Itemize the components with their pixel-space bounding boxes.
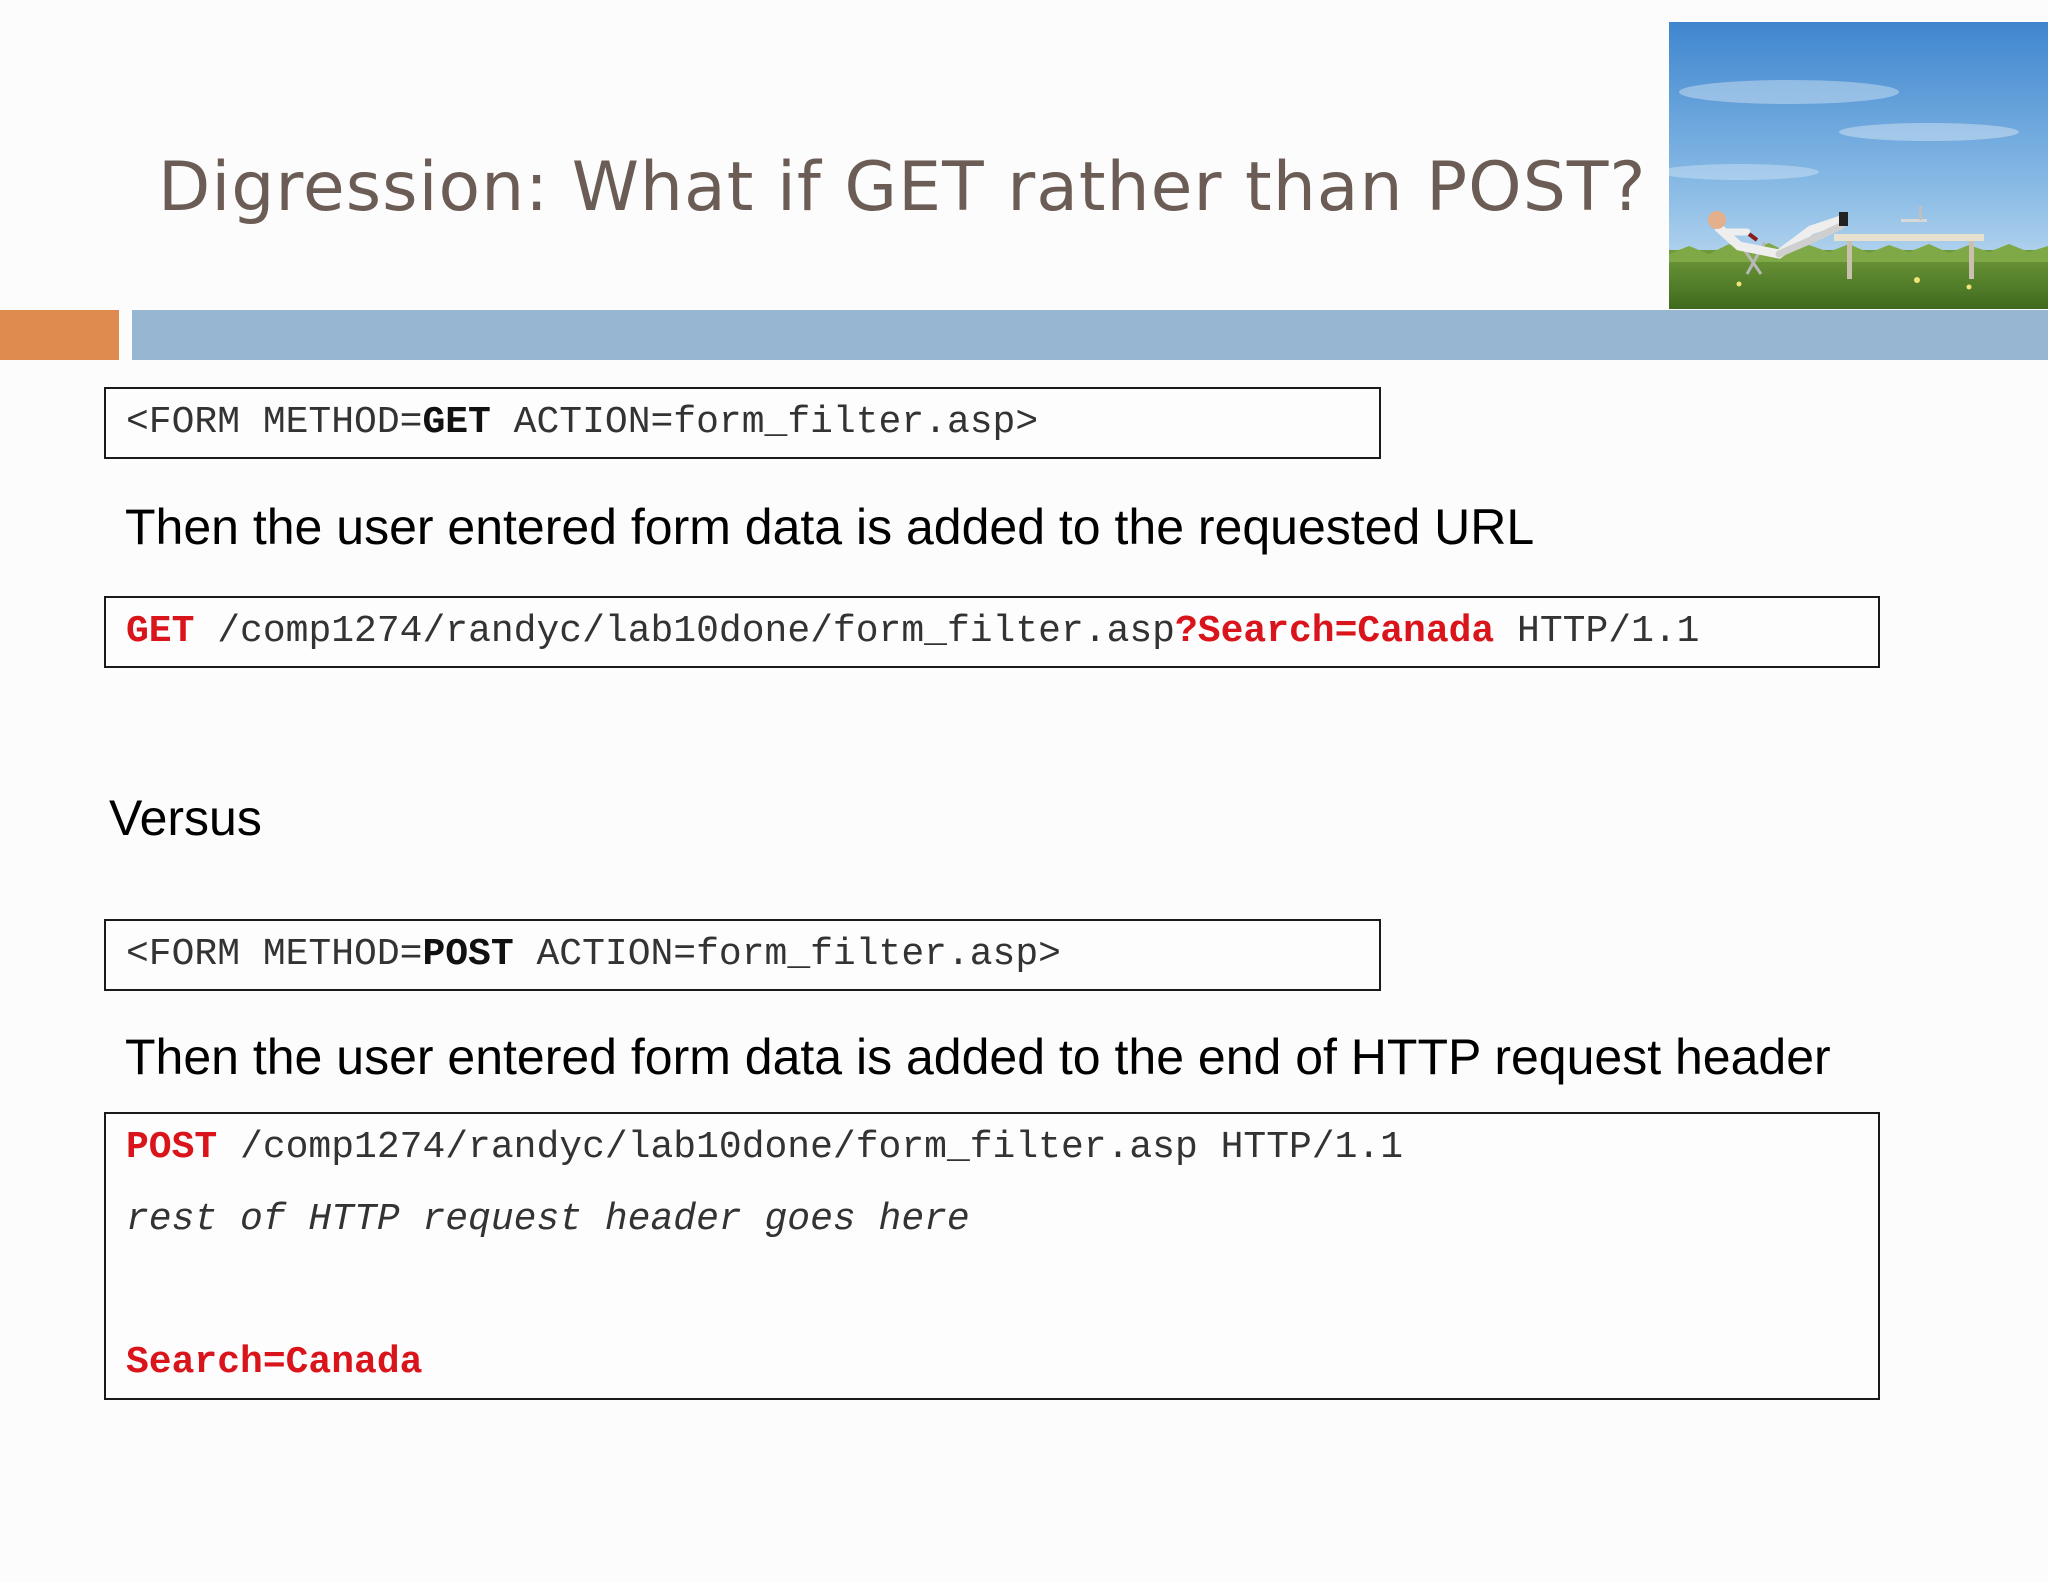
post-request-line: POST /comp1274/randyc/lab10done/form_fil… xyxy=(126,1125,1403,1171)
get-form-prefix: <FORM METHOD= xyxy=(126,401,423,444)
post-form-method: POST xyxy=(422,933,514,976)
post-form-code-box: <FORM METHOD=POST ACTION=form_filter.asp… xyxy=(104,919,1381,991)
get-request-query: ?Search=Canada xyxy=(1174,610,1495,653)
post-form-code-line: <FORM METHOD=POST ACTION=form_filter.asp… xyxy=(126,932,1061,978)
man-relaxing-in-field-photo xyxy=(1669,22,2048,309)
post-request-code-box: POST /comp1274/randyc/lab10done/form_fil… xyxy=(104,1112,1880,1400)
get-request-code-box: GET /comp1274/randyc/lab10done/form_filt… xyxy=(104,596,1880,668)
slide-title: Digression: What if GET rather than POST… xyxy=(158,148,1647,227)
post-request-body: Search=Canada xyxy=(126,1341,423,1384)
post-request-path-protocol: /comp1274/randyc/lab10done/form_filter.a… xyxy=(217,1126,1404,1169)
post-form-prefix: <FORM METHOD= xyxy=(126,933,423,976)
get-request-protocol: HTTP/1.1 xyxy=(1494,610,1700,653)
post-form-suffix: ACTION=form_filter.asp> xyxy=(513,933,1061,976)
get-request-line: GET /comp1274/randyc/lab10done/form_filt… xyxy=(126,609,1699,655)
post-explanation: Then the user entered form data is added… xyxy=(125,1029,1831,1085)
get-request-path: /comp1274/randyc/lab10done/form_filter.a… xyxy=(194,610,1175,653)
get-form-method: GET xyxy=(422,401,491,444)
get-request-method: GET xyxy=(126,610,195,653)
post-request-method: POST xyxy=(126,1126,218,1169)
accent-bar-blue xyxy=(132,310,2048,360)
get-form-suffix: ACTION=form_filter.asp> xyxy=(490,401,1039,444)
versus-label: Versus xyxy=(109,790,262,846)
get-form-code-line: <FORM METHOD=GET ACTION=form_filter.asp> xyxy=(126,400,1038,446)
get-explanation: Then the user entered form data is added… xyxy=(125,499,1535,555)
accent-bar-orange xyxy=(0,310,119,360)
get-form-code-box: <FORM METHOD=GET ACTION=form_filter.asp> xyxy=(104,387,1381,459)
post-request-header-note: rest of HTTP request header goes here xyxy=(126,1198,970,1241)
